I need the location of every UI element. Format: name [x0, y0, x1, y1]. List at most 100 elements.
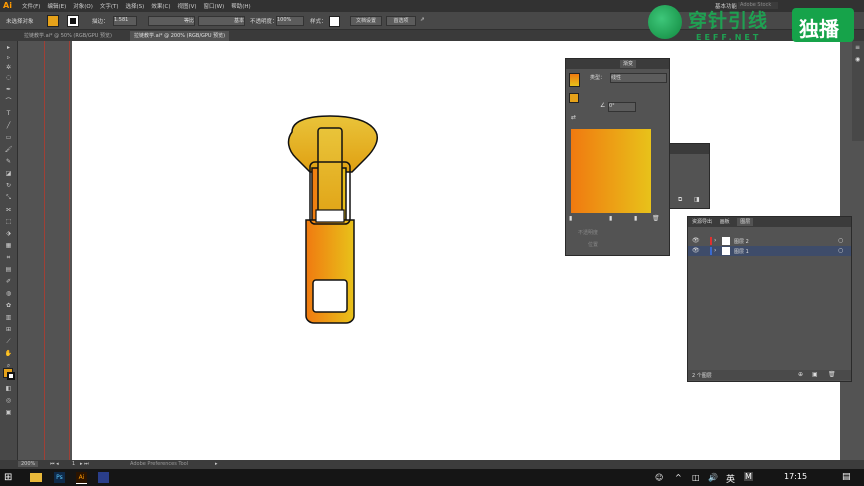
- page-nav-arrows-icon[interactable]: ⏮ ◂: [50, 461, 59, 467]
- expand-arrow-icon[interactable]: ›: [714, 237, 716, 244]
- menu-object[interactable]: 对象(O): [73, 2, 93, 10]
- menu-type[interactable]: 文字(T): [100, 2, 119, 10]
- clock-time[interactable]: 17:15: [784, 472, 807, 481]
- fill-swatch[interactable]: [47, 15, 59, 27]
- opacity-field[interactable]: 100%: [276, 16, 304, 26]
- blend-tool-icon[interactable]: ◍: [4, 291, 13, 297]
- gradient-stop-left-icon[interactable]: ▮: [569, 215, 572, 222]
- target-circle-icon[interactable]: ○: [838, 247, 843, 254]
- width-tool-icon[interactable]: ⟗: [4, 207, 13, 213]
- pen-tool-icon[interactable]: ✒: [4, 87, 13, 93]
- show-hidden-icons[interactable]: ^: [675, 473, 682, 482]
- arrange-documents-icon[interactable]: ⇗: [420, 17, 425, 23]
- hand-tool-icon[interactable]: ✋: [4, 351, 13, 357]
- reverse-gradient-icon[interactable]: ⇄: [571, 114, 576, 121]
- slice-tool-icon[interactable]: ⟋: [4, 339, 13, 345]
- menu-view[interactable]: 视图(V): [177, 2, 196, 10]
- panel-icon-a[interactable]: ⧉: [678, 196, 682, 204]
- visibility-eye-icon[interactable]: 👁: [692, 237, 700, 244]
- eyedropper-tool-icon[interactable]: ✐: [4, 279, 13, 285]
- graph-tool-icon[interactable]: ▥: [4, 315, 13, 321]
- selection-tool-icon[interactable]: ▸: [4, 45, 13, 51]
- layer-row[interactable]: 👁 › 图层 2 ○: [688, 236, 851, 246]
- screen-mode-icon[interactable]: ▣: [4, 410, 13, 416]
- dock-icon-b[interactable]: ◉: [855, 56, 860, 63]
- gradient-slider-preview[interactable]: [571, 129, 651, 213]
- layer-name[interactable]: 图层 2: [734, 238, 749, 245]
- zoom-field[interactable]: 200%: [18, 461, 39, 467]
- stroke-weight-field[interactable]: 1.581: [113, 16, 137, 26]
- paintbrush-tool-icon[interactable]: 🖌: [4, 147, 13, 153]
- layer-row[interactable]: 👁 › 图层 1 ○: [688, 246, 851, 256]
- gradient-stop-right-icon[interactable]: ▮: [634, 215, 637, 222]
- delete-stop-icon[interactable]: 🗑: [652, 215, 660, 222]
- network-icon[interactable]: ◫: [692, 473, 700, 482]
- lasso-tool-icon[interactable]: ◌: [4, 75, 13, 81]
- panel-icon-b[interactable]: ◨: [694, 196, 700, 203]
- ime-indicator[interactable]: 英: [726, 472, 735, 485]
- delete-layer-icon[interactable]: 🗑: [828, 371, 836, 378]
- menu-select[interactable]: 选择(S): [126, 2, 145, 10]
- eraser-tool-icon[interactable]: ◪: [4, 171, 13, 177]
- menu-edit[interactable]: 编辑(E): [47, 2, 66, 10]
- file-explorer-icon[interactable]: [30, 473, 42, 482]
- tab-artboards[interactable]: 画板: [720, 219, 730, 225]
- symbol-sprayer-icon[interactable]: ✿: [4, 303, 13, 309]
- volume-icon[interactable]: 🔊: [708, 473, 718, 482]
- target-circle-icon[interactable]: ○: [838, 237, 843, 244]
- page-forward-arrows-icon[interactable]: ▸ ⏭: [80, 461, 89, 467]
- drawing-mode-icon[interactable]: ◎: [4, 398, 13, 404]
- perspective-grid-icon[interactable]: ▦: [4, 243, 13, 249]
- artboard-tool-icon[interactable]: ⊞: [4, 327, 13, 333]
- gradient-panel-title[interactable]: 渐变: [620, 60, 637, 68]
- dock-icon-a[interactable]: ≡: [855, 44, 860, 51]
- illustrator-taskbar-icon[interactable]: Ai: [76, 472, 87, 484]
- photoshop-icon[interactable]: Ps: [54, 472, 65, 483]
- free-transform-tool-icon[interactable]: ⬚: [4, 219, 13, 225]
- gradient-angle-field[interactable]: 0°: [608, 102, 636, 112]
- artboard-number[interactable]: 1: [72, 461, 75, 467]
- gradient-type-dropdown[interactable]: 线性: [610, 73, 667, 83]
- direct-selection-tool-icon[interactable]: ▹: [4, 55, 13, 61]
- expand-arrow-icon[interactable]: ›: [714, 247, 716, 254]
- rotate-tool-icon[interactable]: ↻: [4, 183, 13, 189]
- pencil-tool-icon[interactable]: ✎: [4, 159, 13, 165]
- curvature-tool-icon[interactable]: ⌒: [4, 99, 13, 105]
- tab-document-200[interactable]: 拉链教学.ai* @ 200% (RGB/GPU 预览): [130, 31, 230, 41]
- line-tool-icon[interactable]: ╱: [4, 123, 13, 129]
- type-tool-icon[interactable]: T: [4, 111, 13, 117]
- status-menu-arrow-icon[interactable]: ▸: [215, 461, 218, 467]
- magic-wand-icon[interactable]: ✲: [4, 65, 13, 71]
- mesh-tool-icon[interactable]: ⌗: [4, 255, 13, 261]
- new-sublayer-icon[interactable]: ⊕: [798, 371, 803, 378]
- visibility-eye-icon[interactable]: 👁: [692, 247, 700, 254]
- graphic-style-swatch[interactable]: [329, 16, 340, 27]
- tab-document-50[interactable]: 拉链教学.ai* @ 50% (RGB/GPU 预览): [20, 31, 116, 41]
- tab-asset-export[interactable]: 资源导出: [692, 219, 712, 225]
- tab-layers[interactable]: 图层: [737, 218, 754, 226]
- windows-start-icon[interactable]: ⊞: [4, 472, 12, 483]
- notification-icon[interactable]: ▤: [842, 472, 851, 482]
- layer-name[interactable]: 图层 1: [734, 248, 749, 255]
- menu-window[interactable]: 窗口(W): [204, 2, 225, 10]
- menu-effect[interactable]: 效果(C): [151, 2, 170, 10]
- menu-file[interactable]: 文件(F): [22, 2, 40, 10]
- stroke-swatch[interactable]: [67, 15, 79, 27]
- preferences-button[interactable]: 首选项: [386, 16, 416, 26]
- rectangle-tool-icon[interactable]: ▭: [4, 135, 13, 141]
- app-icon[interactable]: [98, 472, 109, 483]
- gradient-stop-mid-icon[interactable]: ▮: [609, 215, 612, 222]
- gradient-fill-icon[interactable]: [569, 93, 579, 103]
- gradient-preview-swatch[interactable]: [569, 73, 580, 87]
- zipper-artwork[interactable]: [270, 110, 390, 330]
- people-icon[interactable]: ☺: [655, 473, 663, 482]
- document-setup-button[interactable]: 文档设置: [350, 16, 382, 26]
- ime-mode[interactable]: M: [744, 472, 753, 481]
- shape-builder-tool-icon[interactable]: ⬗: [4, 231, 13, 237]
- variable-width-profile[interactable]: 等比: [148, 16, 195, 26]
- scale-tool-icon[interactable]: ⤡: [4, 195, 13, 201]
- gradient-tool-icon[interactable]: ▤: [4, 267, 13, 273]
- brush-definition[interactable]: 基本: [198, 16, 245, 26]
- color-mode-icon[interactable]: ◧: [4, 386, 13, 392]
- stroke-color-box[interactable]: [7, 372, 15, 380]
